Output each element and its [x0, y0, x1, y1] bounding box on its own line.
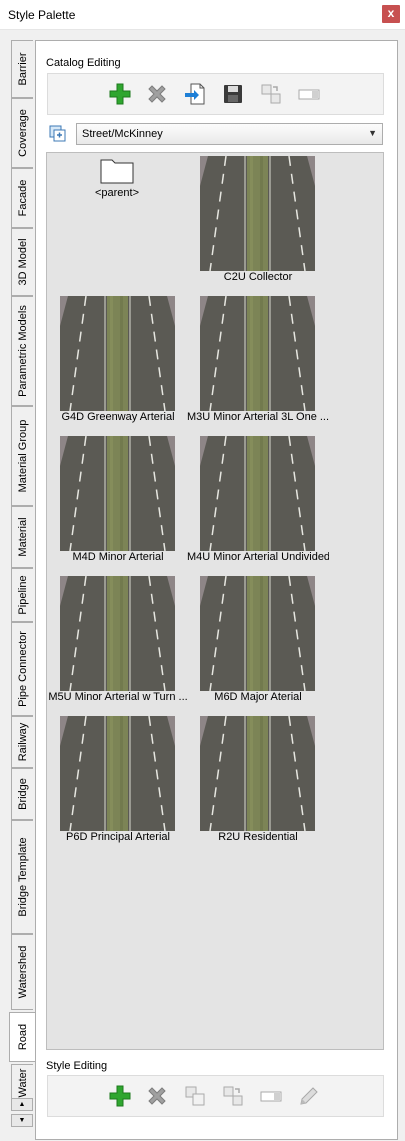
- save-icon: [224, 85, 242, 103]
- tab-pipe-connector[interactable]: Pipe Connector: [11, 622, 33, 716]
- road-tab-panel: Catalog Editing Street/McKinney ▼ <paren…: [35, 40, 398, 1140]
- catalog-editing-toolbar: [47, 73, 384, 115]
- road-thumbnail: [60, 296, 175, 411]
- import-icon: [185, 83, 205, 105]
- road-preview-icon: [200, 156, 315, 271]
- import-catalog-button[interactable]: [182, 81, 208, 107]
- up-arrow-icon: ▲: [18, 1101, 26, 1108]
- style-item-label: P6D Principal Arterial: [66, 831, 170, 843]
- duplicate-icon: [185, 1086, 205, 1106]
- road-preview-icon: [60, 716, 175, 831]
- catalog-browse-button[interactable]: [48, 124, 68, 144]
- tab-scroll-up-button[interactable]: ▲: [11, 1098, 33, 1111]
- close-icon: x: [387, 6, 395, 20]
- copy-styles-icon: [261, 84, 281, 104]
- tab-parametric-models[interactable]: Parametric Models: [11, 296, 33, 406]
- style-item-label: G4D Greenway Arterial: [61, 411, 175, 423]
- catalog-select-value: Street/McKinney: [82, 128, 163, 140]
- copy-styles-button[interactable]: [258, 81, 284, 107]
- style-item-c2u[interactable]: C2U Collector: [187, 156, 329, 291]
- road-thumbnail: [200, 156, 315, 271]
- folder-icon: [100, 159, 134, 184]
- tab-facade[interactable]: Facade: [11, 168, 33, 228]
- style-item-m6d[interactable]: M6D Major Aterial: [187, 576, 329, 711]
- delete-catalog-button[interactable]: [144, 81, 170, 107]
- window-title: Style Palette: [8, 8, 76, 22]
- tab-bridge-template[interactable]: Bridge Template: [11, 820, 33, 934]
- tab-3d-model[interactable]: 3D Model: [11, 228, 33, 296]
- style-item-label: M5U Minor Arterial w Turn ...: [48, 691, 188, 703]
- delete-style-button[interactable]: [144, 1083, 170, 1109]
- add-style-button[interactable]: [107, 1083, 133, 1109]
- parent-folder-label: <parent>: [94, 187, 140, 199]
- tab-pipeline[interactable]: Pipeline: [11, 568, 33, 622]
- tab-coverage[interactable]: Coverage: [11, 98, 33, 168]
- edit-style-button[interactable]: [296, 1083, 322, 1109]
- style-item-label: C2U Collector: [223, 271, 293, 283]
- copy-style-button[interactable]: [220, 1083, 246, 1109]
- down-arrow-icon: ▼: [18, 1117, 26, 1124]
- copy-icon: [223, 1086, 243, 1106]
- road-preview-icon: [60, 296, 175, 411]
- close-button[interactable]: x: [382, 5, 400, 23]
- road-thumbnail: [60, 436, 175, 551]
- style-item-label: M4U Minor Arterial Undivided: [187, 551, 329, 563]
- road-preview-icon: [60, 576, 175, 691]
- style-item-label: M3U Minor Arterial 3L One ...: [187, 411, 329, 423]
- road-thumbnail: [200, 436, 315, 551]
- rename-icon: [260, 1091, 282, 1102]
- tab-railway[interactable]: Railway: [11, 716, 33, 768]
- add-icon: [109, 1085, 131, 1107]
- road-preview-icon: [60, 436, 175, 551]
- road-preview-icon: [200, 296, 315, 411]
- delete-icon: [148, 85, 166, 103]
- style-item-m4d[interactable]: M4D Minor Arterial: [47, 436, 189, 571]
- delete-icon: [148, 1087, 166, 1105]
- tab-material[interactable]: Material: [11, 506, 33, 568]
- style-item-m3u[interactable]: M3U Minor Arterial 3L One ...: [187, 296, 329, 431]
- road-preview-icon: [200, 576, 315, 691]
- style-item-m4u[interactable]: M4U Minor Arterial Undivided: [187, 436, 329, 571]
- style-editing-label: Style Editing: [46, 1060, 108, 1072]
- tab-watershed[interactable]: Watershed: [11, 934, 33, 1010]
- duplicate-style-button[interactable]: [182, 1083, 208, 1109]
- catalog-select[interactable]: Street/McKinney ▼: [76, 123, 383, 145]
- road-preview-icon: [200, 436, 315, 551]
- parent-folder-item[interactable]: <parent>: [87, 156, 147, 206]
- style-item-label: R2U Residential: [218, 831, 298, 843]
- tab-material-group[interactable]: Material Group: [11, 406, 33, 506]
- edit-icon: [300, 1087, 318, 1105]
- style-item-label: M6D Major Aterial: [214, 691, 302, 703]
- catalog-library-icon: [49, 125, 66, 142]
- road-thumbnail: [60, 576, 175, 691]
- style-editing-toolbar: [47, 1075, 384, 1117]
- tab-road[interactable]: Road: [9, 1012, 35, 1062]
- rename-style-button[interactable]: [258, 1083, 284, 1109]
- style-item-r2u[interactable]: R2U Residential: [187, 716, 329, 851]
- road-thumbnail: [200, 716, 315, 831]
- style-item-p6d[interactable]: P6D Principal Arterial: [47, 716, 189, 851]
- style-item-g4d[interactable]: G4D Greenway Arterial: [47, 296, 189, 431]
- tab-water[interactable]: Water: [11, 1064, 33, 1102]
- title-bar: Style Palette x: [0, 0, 405, 30]
- tab-barrier[interactable]: Barrier: [11, 40, 33, 98]
- add-icon: [109, 83, 131, 105]
- rename-icon: [298, 89, 320, 100]
- road-thumbnail: [200, 296, 315, 411]
- tab-bridge[interactable]: Bridge: [11, 768, 33, 820]
- road-thumbnail: [60, 716, 175, 831]
- style-catalog-view: <parent> C2U Collector G4D Greenway Arte…: [46, 152, 384, 1050]
- style-item-label: M4D Minor Arterial: [72, 551, 164, 563]
- style-item-m5u[interactable]: M5U Minor Arterial w Turn ...: [47, 576, 189, 711]
- save-catalog-button[interactable]: [220, 81, 246, 107]
- catalog-editing-label: Catalog Editing: [46, 57, 121, 69]
- chevron-down-icon: ▼: [368, 128, 377, 138]
- road-preview-icon: [200, 716, 315, 831]
- add-catalog-button[interactable]: [107, 81, 133, 107]
- road-thumbnail: [200, 576, 315, 691]
- tab-scroll-down-button[interactable]: ▼: [11, 1114, 33, 1127]
- tab-strip: Barrier Coverage Facade 3D Model Paramet…: [0, 30, 35, 1141]
- rename-catalog-button[interactable]: [296, 81, 322, 107]
